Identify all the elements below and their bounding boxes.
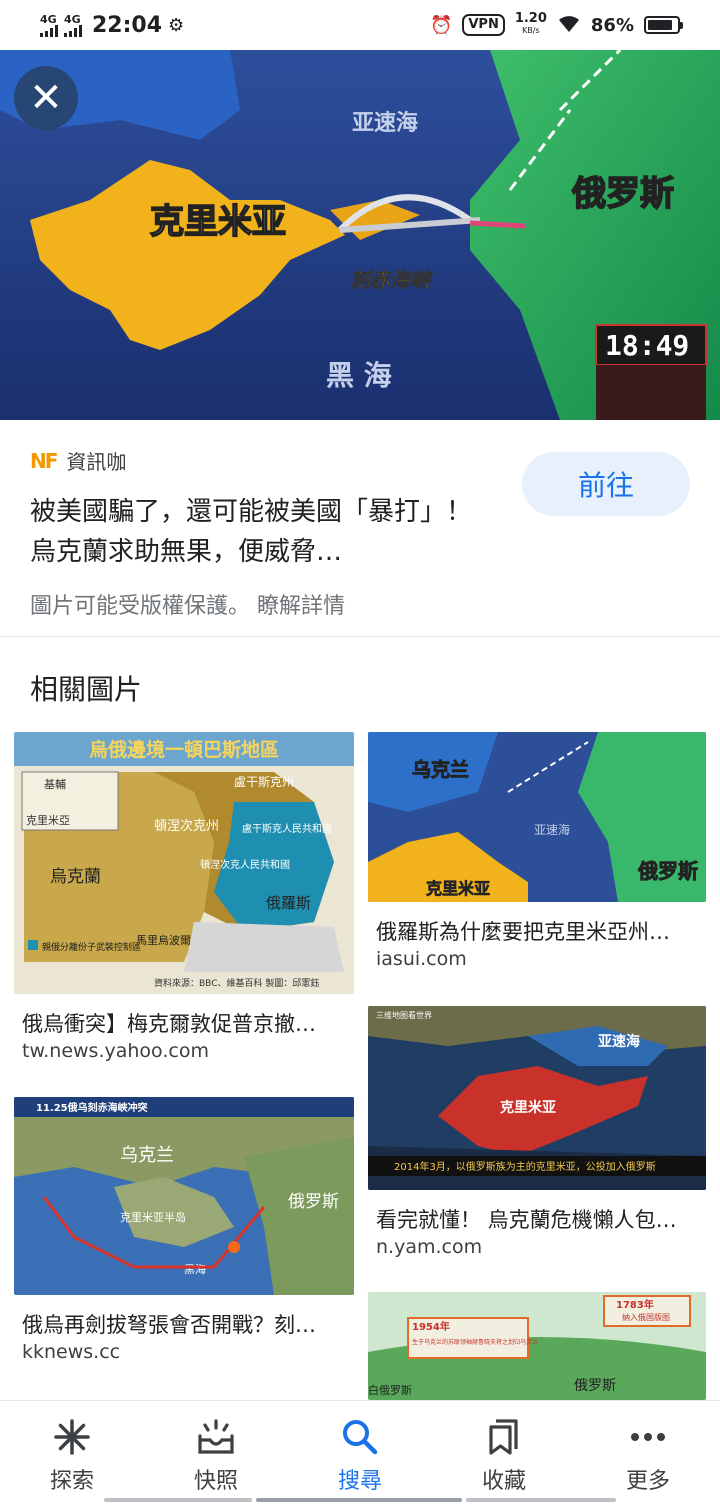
- svg-text:乌克兰: 乌克兰: [412, 758, 469, 781]
- source-logo: NF: [30, 448, 58, 473]
- svg-text:三维地图看世界: 三维地图看世界: [376, 1010, 432, 1020]
- related-caption: 看完就懂！ 烏克蘭危機懶人包…: [376, 1208, 677, 1232]
- asterisk-icon: [53, 1417, 91, 1457]
- nav-more[interactable]: 更多: [576, 1401, 720, 1504]
- svg-text:克里米亚半岛: 克里米亚半岛: [120, 1210, 186, 1224]
- related-thumbnail: 三维地图看世界 亚速海 克里米亚 2014年3月，以俄罗斯族为主的克里米亚，公投…: [368, 1006, 706, 1190]
- gesture-bar-active: [256, 1498, 462, 1502]
- svg-text:1783年: 1783年: [616, 1298, 654, 1311]
- related-caption: 俄烏再劍拔弩張會否開戰？刻…: [22, 1313, 316, 1337]
- related-thumbnail: 1954年 生于乌克兰的苏联领袖赫鲁晓夫将之划归乌克兰 1783年 纳入俄国版图…: [368, 1292, 706, 1400]
- source-row[interactable]: NF 資訊咖: [30, 446, 126, 475]
- related-card[interactable]: 11.25俄乌刻赤海峡冲突 乌克兰 俄罗斯 克里米亚半岛 黑海 俄烏再劍拔弩張會…: [14, 1097, 354, 1367]
- svg-text:11.25俄乌刻赤海峡冲突: 11.25俄乌刻赤海峡冲突: [36, 1101, 148, 1114]
- hero-image[interactable]: 克里米亚 亚速海 俄罗斯 刻赤海峡 黑 海 18:49: [0, 50, 720, 420]
- nav-discover[interactable]: 探索: [0, 1401, 144, 1504]
- svg-text:俄罗斯: 俄罗斯: [288, 1192, 339, 1212]
- svg-text:克里米亞: 克里米亞: [26, 814, 70, 827]
- svg-text:2014年3月，以俄罗斯族为主的克里米亚，公投加入俄罗斯: 2014年3月，以俄罗斯族为主的克里米亚，公投加入俄罗斯: [394, 1160, 656, 1173]
- svg-text:俄罗斯: 俄罗斯: [574, 1378, 616, 1394]
- svg-text:乌克兰: 乌克兰: [120, 1145, 174, 1166]
- search-icon: [341, 1417, 379, 1457]
- close-button[interactable]: ✕: [14, 66, 78, 130]
- wifi-icon: [557, 13, 581, 38]
- nav-label: 更多: [625, 1469, 670, 1494]
- related-caption: 俄烏衝突】梅克爾敦促普京撤…: [22, 1012, 316, 1036]
- related-heading: 相關圖片: [30, 673, 143, 706]
- snapshot-inbox-icon: [196, 1417, 236, 1457]
- gesture-bar: [104, 1498, 252, 1502]
- svg-text:1954年: 1954年: [412, 1320, 450, 1333]
- related-source: n.yam.com: [376, 1236, 483, 1258]
- nav-label: 快照: [193, 1469, 238, 1494]
- nav-label: 探索: [49, 1469, 94, 1494]
- nav-label: 搜尋: [337, 1469, 382, 1494]
- bottom-navigation: 探索 快照 搜尋 收藏 更多: [0, 1400, 720, 1504]
- svg-text:克里米亚: 克里米亚: [426, 879, 490, 898]
- nav-snapshot[interactable]: 快照: [144, 1401, 288, 1504]
- signal-icon-2: 4G: [64, 14, 82, 37]
- related-card[interactable]: 烏俄邊境一頓巴斯地區 基輔 克里米亞 烏克蘭 頓涅次克州 盧干斯克州 盧干斯克人…: [14, 732, 354, 1072]
- svg-text:盧干斯克人民共和國: 盧干斯克人民共和國: [242, 822, 332, 835]
- nav-label: 收藏: [481, 1469, 526, 1494]
- svg-text:生于乌克兰的苏联领袖赫鲁晓夫将之划归乌克兰: 生于乌克兰的苏联领袖赫鲁晓夫将之划归乌克兰: [412, 1338, 538, 1346]
- svg-text:馬里烏波爾: 馬里烏波爾: [136, 933, 191, 947]
- map-label-crimea: 克里米亚: [150, 202, 286, 242]
- svg-text:資料來源：BBC、維基百科 製圖：邱憲鈺: 資料來源：BBC、維基百科 製圖：邱憲鈺: [154, 977, 319, 989]
- nav-search[interactable]: 搜尋: [288, 1401, 432, 1504]
- alarm-icon: ⏰: [429, 14, 453, 36]
- battery-percent: 86%: [590, 14, 634, 36]
- signal-icon: 4G: [40, 14, 58, 37]
- copyright-notice[interactable]: 圖片可能受版權保護。 瞭解詳情: [30, 588, 345, 620]
- nav-collections[interactable]: 收藏: [432, 1401, 576, 1504]
- svg-text:盧干斯克州: 盧干斯克州: [234, 775, 294, 789]
- svg-text:頓涅次克州: 頓涅次克州: [154, 818, 219, 834]
- map-label-russia: 俄罗斯: [571, 174, 674, 214]
- svg-text:俄羅斯: 俄羅斯: [266, 894, 311, 912]
- video-timestamp: 18:49: [605, 329, 689, 362]
- visit-button[interactable]: 前往: [522, 452, 690, 516]
- svg-text:基輔: 基輔: [44, 778, 66, 791]
- svg-text:克里米亚: 克里米亚: [500, 1099, 556, 1116]
- related-source: tw.news.yahoo.com: [22, 1040, 209, 1062]
- related-thumbnail: 乌克兰 亚速海 克里米亚 俄罗斯: [368, 732, 706, 902]
- gesture-bar: [466, 1498, 616, 1502]
- map-label-strait: 刻赤海峡: [350, 268, 433, 292]
- related-source: iasui.com: [376, 948, 467, 970]
- network-speed: 1.20 KB/s: [514, 11, 547, 35]
- close-icon: ✕: [29, 75, 63, 121]
- settings-gear-icon: ⚙: [168, 14, 185, 36]
- related-caption: 俄羅斯為什麼要把克里米亞州…: [376, 920, 670, 944]
- svg-text:亚速海: 亚速海: [534, 822, 570, 837]
- svg-text:頓涅次克人民共和國: 頓涅次克人民共和國: [200, 858, 290, 871]
- battery-icon: [644, 16, 683, 34]
- related-thumbnail: 11.25俄乌刻赤海峡冲突 乌克兰 俄罗斯 克里米亚半岛 黑海: [14, 1097, 354, 1295]
- svg-text:亚速海: 亚速海: [598, 1033, 640, 1050]
- result-title[interactable]: 被美國騙了，還可能被美國「暴打」！ 烏克蘭求助無果，便威脅…: [30, 492, 500, 572]
- related-card[interactable]: 1954年 生于乌克兰的苏联领袖赫鲁晓夫将之划归乌克兰 1783年 纳入俄国版图…: [368, 1292, 706, 1400]
- svg-text:烏克蘭: 烏克蘭: [50, 867, 101, 887]
- related-card[interactable]: 三维地图看世界 亚速海 克里米亚 2014年3月，以俄罗斯族为主的克里米亚，公投…: [368, 1006, 706, 1262]
- clock: 22:04: [92, 12, 163, 38]
- svg-text:黑海: 黑海: [184, 1262, 206, 1276]
- svg-text:白俄罗斯: 白俄罗斯: [368, 1383, 412, 1397]
- related-source: kknews.cc: [22, 1341, 121, 1363]
- collections-icon: [486, 1417, 522, 1457]
- divider: [0, 636, 720, 637]
- svg-text:纳入俄国版图: 纳入俄国版图: [622, 1312, 670, 1322]
- svg-text:俄罗斯: 俄罗斯: [637, 859, 698, 883]
- source-name: 資訊咖: [66, 450, 127, 474]
- map-label-black-sea: 黑 海: [326, 359, 392, 392]
- status-bar: 4G 4G 22:04 ⚙ ⏰ VPN 1.20 KB/s 86%: [0, 0, 720, 50]
- related-card[interactable]: 乌克兰 亚速海 克里米亚 俄罗斯 俄羅斯為什麼要把克里米亞州… iasui.co…: [368, 732, 706, 982]
- related-thumbnail: 烏俄邊境一頓巴斯地區 基輔 克里米亞 烏克蘭 頓涅次克州 盧干斯克州 盧干斯克人…: [14, 732, 354, 994]
- map-label-azov: 亚速海: [352, 110, 418, 136]
- svg-text:親俄分離份子武裝控制區: 親俄分離份子武裝控制區: [42, 941, 141, 953]
- more-dots-icon: [630, 1417, 666, 1457]
- vpn-badge: VPN: [462, 14, 505, 36]
- svg-text:烏俄邊境一頓巴斯地區: 烏俄邊境一頓巴斯地區: [89, 738, 279, 761]
